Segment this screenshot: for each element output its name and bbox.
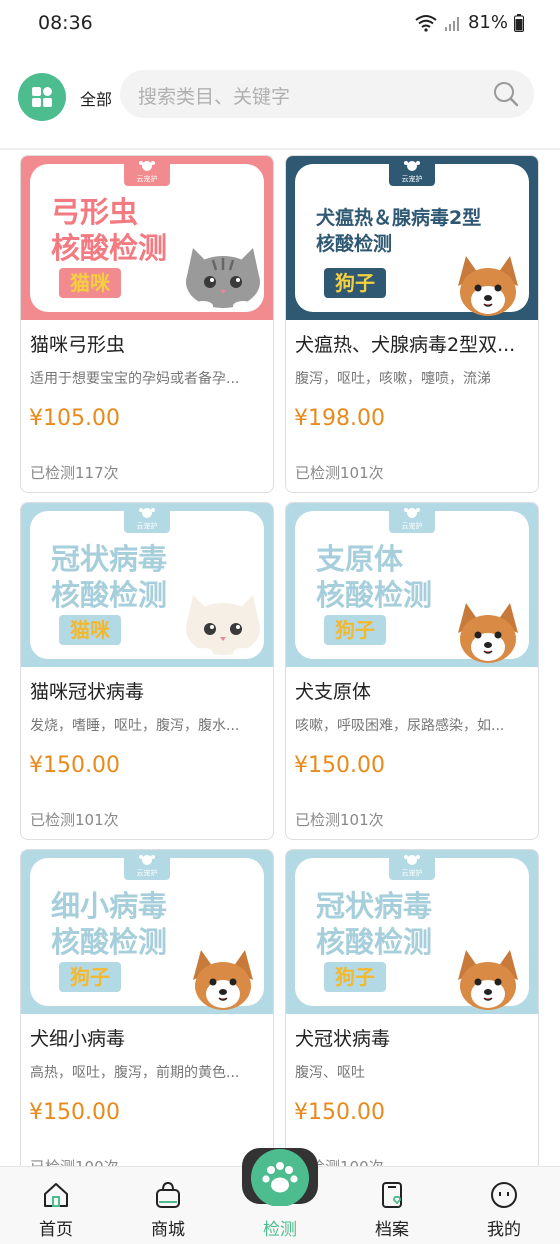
banner-line2: 核酸检测 xyxy=(316,232,392,255)
search-placeholder: 搜索类目、关键字 xyxy=(138,86,291,108)
brand-logo-text: 云宠护 xyxy=(137,868,158,877)
category-label[interactable]: 全部 xyxy=(80,86,112,110)
test-count: 已检测101次 xyxy=(295,811,384,829)
product-title: 犬瘟热、犬腺病毒2型双... xyxy=(295,334,516,356)
search-header: 全部 搜索类目、关键字 xyxy=(0,58,560,138)
scan-button[interactable] xyxy=(240,1146,320,1206)
banner-tag-text: 狗子 xyxy=(335,618,375,642)
banner-line1: 弓形虫 xyxy=(51,195,138,229)
brand-logo-text: 云宠护 xyxy=(402,174,423,183)
record-icon xyxy=(382,1182,402,1208)
banner-line1: 冠状病毒 xyxy=(51,542,167,576)
category-button[interactable] xyxy=(18,73,66,121)
product-banner: 云宠护 犬瘟热＆腺病毒2型 核酸检测 狗子 xyxy=(286,156,538,320)
product-price: ¥198.00 xyxy=(294,406,385,431)
banner-line2: 核酸检测 xyxy=(51,925,167,959)
product-card[interactable]: 云宠护 冠状病毒 核酸检测 猫咪 猫咪冠状病毒 发烧，嗜睡，呕吐，腹泻，腹水..… xyxy=(20,502,274,840)
banner-line2: 核酸检测 xyxy=(51,231,167,265)
product-title: 犬冠状病毒 xyxy=(295,1028,391,1050)
product-description: 咳嗽，呼吸困难，尿路感染，如... xyxy=(295,718,505,734)
search-input[interactable]: 搜索类目、关键字 xyxy=(120,70,534,118)
product-banner: 云宠护 冠状病毒 核酸检测 狗子 xyxy=(286,850,538,1014)
product-description: 适用于想要宝宝的孕妈或者备孕... xyxy=(30,371,240,387)
grid-icon xyxy=(32,87,52,107)
banner-tag-text: 猫咪 xyxy=(70,618,111,642)
battery-percent: 81% xyxy=(467,12,508,33)
banner-line2: 核酸检测 xyxy=(316,925,432,959)
test-count: 已检测101次 xyxy=(30,811,119,829)
banner-tag-text: 狗子 xyxy=(70,965,110,989)
product-title: 猫咪弓形虫 xyxy=(30,334,126,356)
banner-line2: 核酸检测 xyxy=(51,578,167,612)
product-price: ¥150.00 xyxy=(294,1100,385,1125)
nav-label: 商城 xyxy=(151,1220,185,1240)
shopping-bag-icon xyxy=(156,1181,180,1208)
nav-label: 档案 xyxy=(375,1220,409,1240)
status-time: 08:36 xyxy=(38,12,93,34)
profile-icon xyxy=(491,1182,517,1208)
nav-label: 检测 xyxy=(263,1220,297,1240)
product-description: 腹泻，呕吐，咳嗽，嚏喷，流涕 xyxy=(295,371,491,387)
product-banner: 云宠护 细小病毒 核酸检测 狗子 xyxy=(21,850,273,1014)
brand-logo-text: 云宠护 xyxy=(137,174,158,183)
product-description: 高热，呕吐，腹泻，前期的黄色... xyxy=(30,1065,240,1081)
banner-line1: 细小病毒 xyxy=(51,889,167,923)
banner-tag-text: 猫咪 xyxy=(70,271,111,295)
signal-icon xyxy=(444,16,459,31)
brand-logo-text: 云宠护 xyxy=(402,521,423,530)
nav-item-profile[interactable]: 我的 xyxy=(448,1167,560,1244)
product-banner: 云宠护 支原体 核酸检测 狗子 xyxy=(286,503,538,667)
product-price: ¥105.00 xyxy=(29,406,120,431)
status-bar: 08:36 81% xyxy=(0,0,560,50)
status-icons: 81% xyxy=(414,12,524,33)
product-title: 犬细小病毒 xyxy=(30,1028,126,1050)
product-title: 犬支原体 xyxy=(295,681,372,703)
test-count: 已检测117次 xyxy=(30,464,119,482)
nav-item-shopping-bag[interactable]: 商城 xyxy=(112,1167,224,1244)
banner-line1: 犬瘟热＆腺病毒2型 xyxy=(316,206,481,229)
nav-label: 我的 xyxy=(487,1220,521,1240)
product-banner: 云宠护 弓形虫 核酸检测 猫咪 xyxy=(21,156,273,320)
product-price: ¥150.00 xyxy=(294,753,385,778)
product-description: 腹泻、呕吐 xyxy=(295,1065,365,1081)
product-price: ¥150.00 xyxy=(29,1100,120,1125)
banner-tag-text: 狗子 xyxy=(335,271,375,295)
product-card[interactable]: 云宠护 支原体 核酸检测 狗子 犬支原体 咳嗽，呼吸困难，尿路感染，如... ¥… xyxy=(285,502,539,840)
product-card[interactable]: 云宠护 犬瘟热＆腺病毒2型 核酸检测 狗子 犬瘟热、犬腺病毒2型双... 腹泻，… xyxy=(285,155,539,493)
search-icon[interactable] xyxy=(492,80,520,108)
battery-icon xyxy=(514,13,524,32)
banner-line2: 核酸检测 xyxy=(316,578,432,612)
home-icon xyxy=(44,1183,68,1207)
banner-line1: 冠状病毒 xyxy=(316,889,432,923)
banner-line1: 支原体 xyxy=(316,542,404,576)
nav-item-home[interactable]: 首页 xyxy=(0,1167,112,1244)
product-price: ¥150.00 xyxy=(29,753,120,778)
wifi-icon xyxy=(415,14,437,32)
header-divider xyxy=(0,148,560,150)
test-count: 已检测101次 xyxy=(295,464,384,482)
product-card[interactable]: 云宠护 弓形虫 核酸检测 猫咪 猫咪弓形虫 适用于想要宝宝的孕妈或者备孕... … xyxy=(20,155,274,493)
nav-item-record[interactable]: 档案 xyxy=(336,1167,448,1244)
nav-label: 首页 xyxy=(39,1220,73,1240)
brand-logo-text: 云宠护 xyxy=(137,521,158,530)
product-title: 猫咪冠状病毒 xyxy=(30,681,145,703)
product-banner: 云宠护 冠状病毒 核酸检测 猫咪 xyxy=(21,503,273,667)
product-card[interactable]: 云宠护 细小病毒 核酸检测 狗子 犬细小病毒 高热，呕吐，腹泻，前期的黄色...… xyxy=(20,849,274,1187)
product-description: 发烧，嗜睡，呕吐，腹泻，腹水... xyxy=(30,718,240,734)
product-card[interactable]: 云宠护 冠状病毒 核酸检测 狗子 犬冠状病毒 腹泻、呕吐 ¥150.00 已检测… xyxy=(285,849,539,1187)
brand-logo-text: 云宠护 xyxy=(402,868,423,877)
banner-tag-text: 狗子 xyxy=(335,965,375,989)
